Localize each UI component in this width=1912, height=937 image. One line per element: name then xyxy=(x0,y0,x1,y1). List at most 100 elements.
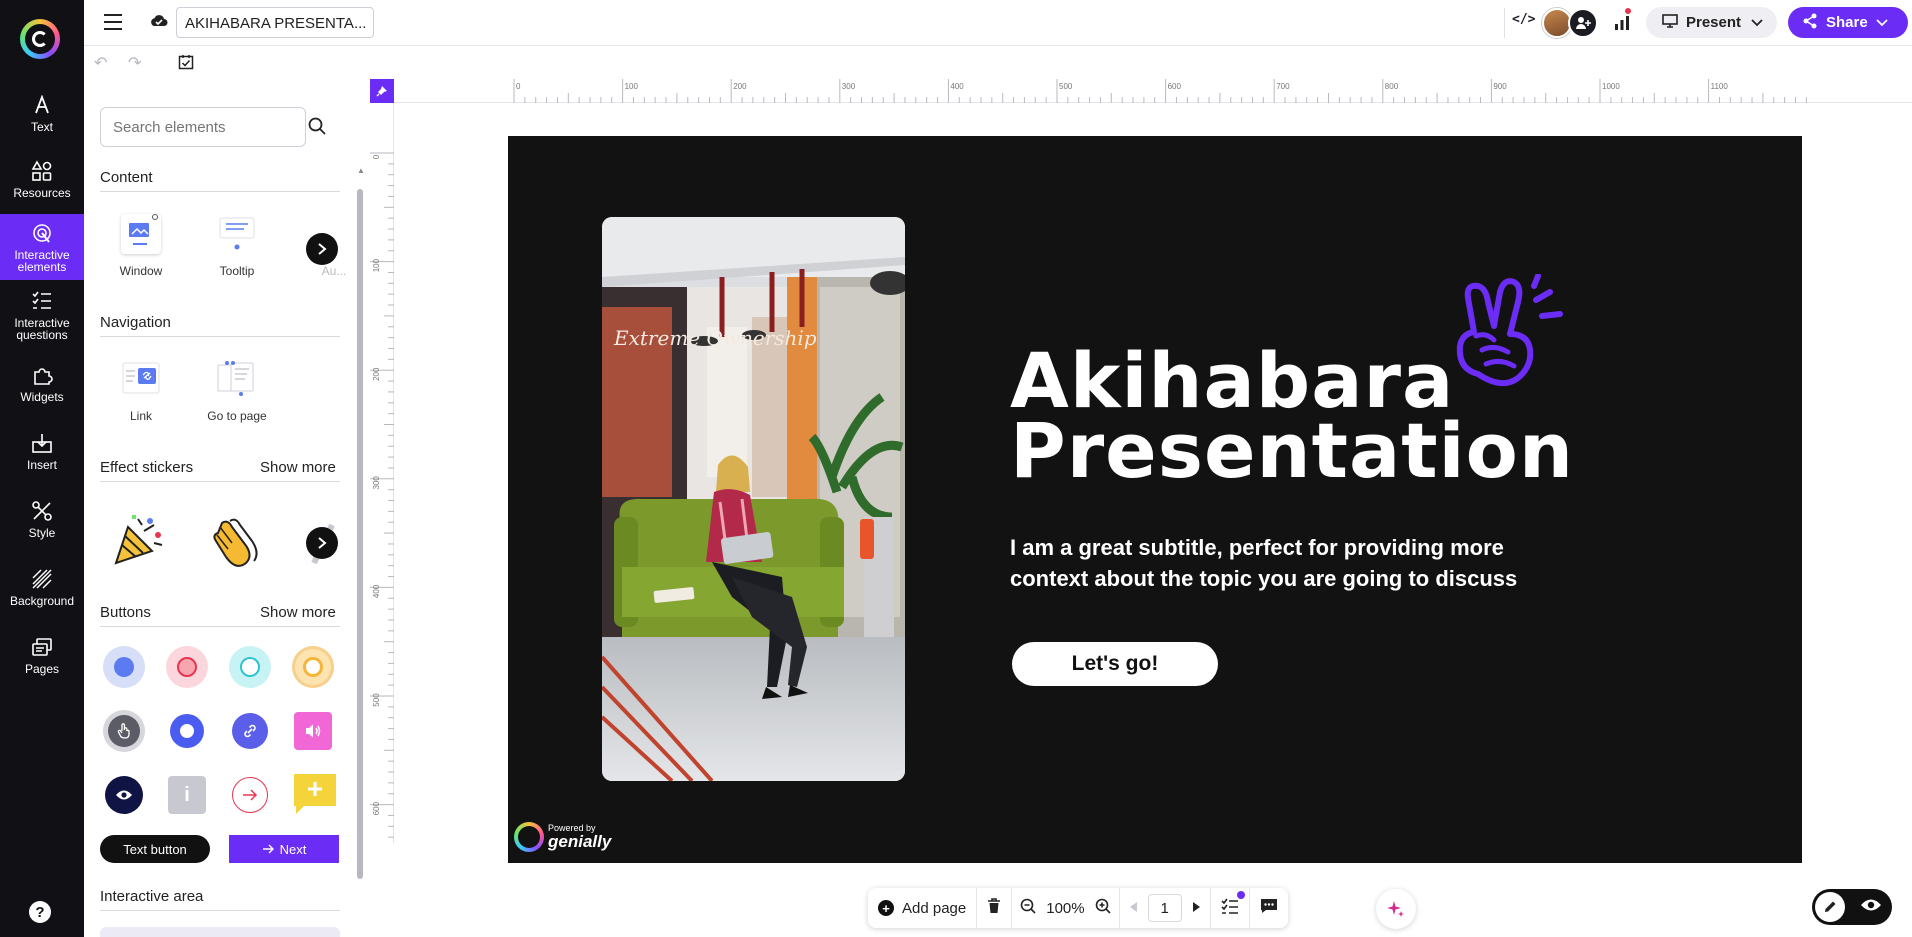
scroll-right-arrow-icon[interactable] xyxy=(306,527,338,559)
statistics-icon[interactable] xyxy=(1614,13,1630,36)
buttons-show-more[interactable]: Show more xyxy=(260,604,336,621)
rail-item-label: Insert xyxy=(26,458,57,472)
rail-item-insert[interactable]: Insert xyxy=(0,418,84,484)
document-title[interactable]: AKIHABARA PRESENTA... xyxy=(176,7,374,38)
divider xyxy=(1504,8,1505,38)
powered-by-genially[interactable]: Powered by genially xyxy=(514,822,611,852)
office-photo[interactable]: Extreme Ownership xyxy=(602,217,905,781)
section-title-interactive-area: Interactive area xyxy=(100,888,204,905)
comments-button[interactable] xyxy=(1250,888,1288,928)
button-style-cyan-ring[interactable] xyxy=(229,646,271,688)
zoom-level[interactable]: 100% xyxy=(1046,900,1084,917)
preview-eye-icon[interactable] xyxy=(1860,897,1882,918)
share-button[interactable]: Share xyxy=(1788,7,1908,38)
chevron-down-icon xyxy=(1751,14,1763,31)
next-page-icon[interactable] xyxy=(1192,900,1202,917)
search-icon[interactable] xyxy=(308,117,326,140)
element-link[interactable]: Link xyxy=(96,359,186,423)
arrow-right-icon xyxy=(232,777,268,813)
plus-bubble-icon: + xyxy=(292,772,336,814)
ruler-label: 500 xyxy=(1059,82,1073,91)
elements-panel: Content Window Tooltip Au... Navigation … xyxy=(84,79,370,937)
element-label: Au... xyxy=(321,264,347,278)
panel-scrollbar[interactable]: ▲ xyxy=(357,167,365,937)
interactive-questions-icon xyxy=(30,289,54,313)
checklist-icon[interactable] xyxy=(178,54,194,75)
edit-preview-toggle[interactable] xyxy=(1812,889,1892,925)
scroll-up-icon[interactable]: ▲ xyxy=(357,167,365,175)
edit-pencil-icon[interactable] xyxy=(1815,892,1845,922)
undo-icon[interactable]: ↶ xyxy=(94,53,107,73)
next-button-sample[interactable]: Next xyxy=(229,835,339,863)
tooltip-icon xyxy=(217,214,257,254)
button-style-link[interactable] xyxy=(229,710,271,752)
help-icon[interactable]: ? xyxy=(29,901,51,923)
text-button-sample[interactable]: Text button xyxy=(100,835,210,863)
button-style-pink-dot[interactable] xyxy=(166,646,208,688)
element-window[interactable]: Window xyxy=(96,214,186,278)
zoom-in-icon[interactable] xyxy=(1095,898,1111,918)
rail-item-background[interactable]: Background xyxy=(0,554,84,620)
rail-item-interactive-questions[interactable]: Interactive questions xyxy=(0,282,84,348)
add-page-button[interactable]: + Add page xyxy=(868,888,978,928)
add-page-label: Add page xyxy=(902,899,967,917)
delete-page-button[interactable] xyxy=(977,888,1013,928)
widgets-icon xyxy=(30,363,54,387)
present-label: Present xyxy=(1686,14,1742,31)
ruler-label: 400 xyxy=(372,584,381,598)
divider xyxy=(100,626,340,627)
menu-icon[interactable] xyxy=(104,14,122,30)
element-tooltip[interactable]: Tooltip xyxy=(192,214,282,278)
button-style-hand-pointer[interactable] xyxy=(103,710,145,752)
button-style-info[interactable]: i xyxy=(166,774,208,816)
search-input[interactable] xyxy=(100,107,306,147)
button-style-blue-solid[interactable] xyxy=(166,710,208,752)
ruler-label: 900 xyxy=(1493,82,1507,91)
rail-item-label: Text xyxy=(30,120,53,134)
peace-hand-doodle-icon[interactable] xyxy=(1438,273,1568,399)
section-title-navigation: Navigation xyxy=(100,314,171,331)
rail-item-widgets[interactable]: Widgets xyxy=(0,350,84,416)
button-style-blue-dot[interactable] xyxy=(103,646,145,688)
interactive-area-preview[interactable] xyxy=(100,927,340,937)
rail-item-text[interactable]: Text xyxy=(0,80,84,146)
sticker-clapping-hands[interactable] xyxy=(208,513,264,574)
button-style-yellow-ring[interactable] xyxy=(292,646,334,688)
embed-code-icon[interactable]: </> xyxy=(1512,12,1535,27)
ruler-label: 700 xyxy=(1276,82,1290,91)
button-style-eye[interactable] xyxy=(103,774,145,816)
button-style-plus-bubble[interactable]: + xyxy=(292,772,336,814)
checklist-button[interactable] xyxy=(1211,888,1250,928)
effect-stickers-show-more[interactable]: Show more xyxy=(260,459,336,476)
scroll-right-arrow-icon[interactable] xyxy=(306,233,338,265)
add-collaborator-icon[interactable] xyxy=(1568,8,1598,38)
headline-line-2: Presentation xyxy=(1010,406,1574,495)
sticker-party-popper[interactable] xyxy=(110,511,166,572)
button-style-audio[interactable] xyxy=(292,710,334,752)
element-go-to-page[interactable]: Go to page xyxy=(192,359,282,423)
chevron-down-icon xyxy=(1876,14,1888,31)
pin-icon[interactable] xyxy=(370,79,394,103)
rail-item-label: Interactive questions xyxy=(14,316,70,342)
page-number-field[interactable]: 1 xyxy=(1147,894,1182,922)
present-button[interactable]: Present xyxy=(1646,7,1777,38)
rail-item-style[interactable]: Style xyxy=(0,486,84,552)
rail-item-pages[interactable]: Pages xyxy=(0,622,84,688)
genially-logo-icon[interactable] xyxy=(20,19,60,59)
slide-subtitle[interactable]: I am a great subtitle, perfect for provi… xyxy=(1010,532,1570,594)
previous-page-icon[interactable] xyxy=(1128,900,1138,917)
scrollbar-thumb[interactable] xyxy=(357,189,363,879)
button-style-arrow-right[interactable] xyxy=(229,774,271,816)
rail-item-resources[interactable]: Resources xyxy=(0,146,84,212)
slide[interactable]: Extreme Ownership Akihabara Presentation… xyxy=(508,136,1802,863)
lets-go-button[interactable]: Let's go! xyxy=(1012,642,1218,686)
link-icon xyxy=(121,359,161,399)
rail-item-interactive-elements[interactable]: Interactive elements xyxy=(0,214,84,280)
element-label: Window xyxy=(119,264,163,278)
ai-sparkle-icon[interactable] xyxy=(1376,889,1416,929)
zoom-out-icon[interactable] xyxy=(1020,898,1036,918)
resources-icon xyxy=(30,159,54,183)
trash-icon xyxy=(987,898,1001,918)
redo-icon[interactable]: ↷ xyxy=(128,53,141,73)
section-title-effect-stickers: Effect stickers xyxy=(100,459,194,476)
